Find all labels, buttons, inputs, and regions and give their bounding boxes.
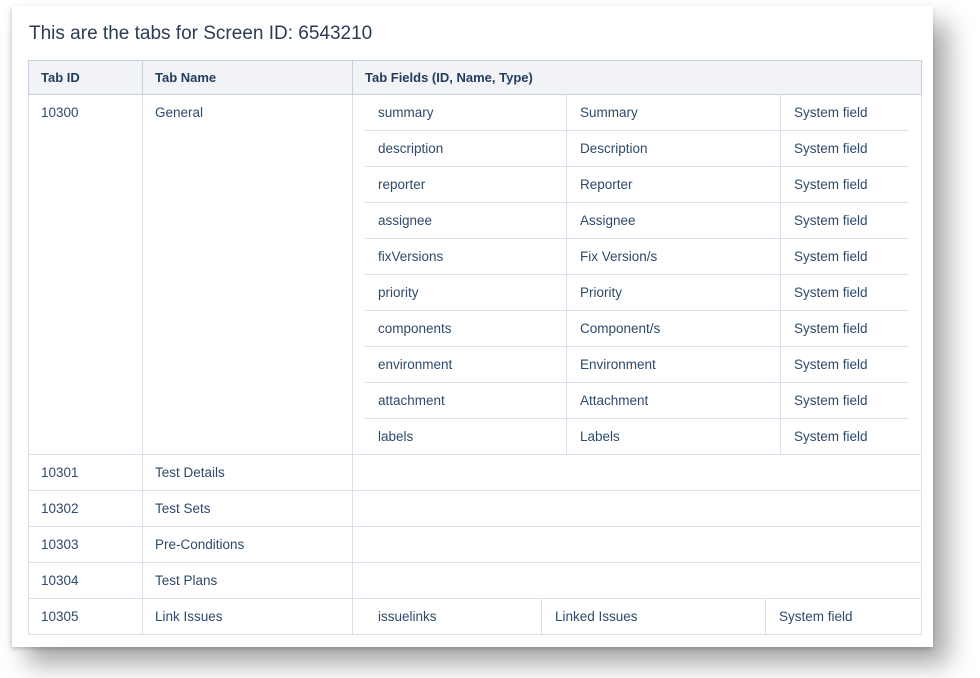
field-row: assigneeAssigneeSystem field <box>365 203 909 239</box>
field-name-cell: Summary <box>567 95 781 131</box>
field-name-cell: Environment <box>567 347 781 383</box>
field-id-cell: reporter <box>365 167 567 203</box>
tab-fields-cell <box>353 455 922 491</box>
page-title: This are the tabs for Screen ID: 6543210 <box>29 22 916 46</box>
field-name-cell: Attachment <box>567 383 781 419</box>
table-row: 10304Test Plans <box>29 563 922 599</box>
table-row: 10301Test Details <box>29 455 922 491</box>
header-tab-name: Tab Name <box>143 61 353 95</box>
table-header: Tab ID Tab Name Tab Fields (ID, Name, Ty… <box>29 61 922 95</box>
table-row: 10303Pre-Conditions <box>29 527 922 563</box>
field-id-cell: attachment <box>365 383 567 419</box>
tab-id-cell: 10305 <box>29 599 143 635</box>
tab-id-cell: 10304 <box>29 563 143 599</box>
field-id-cell: labels <box>365 419 567 455</box>
table-body: 10300GeneralsummarySummarySystem fieldde… <box>29 95 922 635</box>
tab-fields-cell: issuelinksLinked IssuesSystem field <box>353 599 922 635</box>
field-type-cell: System field <box>781 383 910 419</box>
field-name-cell: Labels <box>567 419 781 455</box>
tab-id-cell: 10303 <box>29 527 143 563</box>
header-tab-id: Tab ID <box>29 61 143 95</box>
tab-name-cell: Link Issues <box>143 599 353 635</box>
field-type-cell: System field <box>781 95 910 131</box>
field-id-cell: description <box>365 131 567 167</box>
header-row: Tab ID Tab Name Tab Fields (ID, Name, Ty… <box>29 61 922 95</box>
field-name-cell: Linked Issues <box>542 599 766 634</box>
field-name-cell: Priority <box>567 275 781 311</box>
field-row: fixVersionsFix Version/sSystem field <box>365 239 909 275</box>
field-type-cell: System field <box>781 419 910 455</box>
field-type-cell: System field <box>781 239 910 275</box>
tab-id-cell: 10300 <box>29 95 143 455</box>
field-type-cell: System field <box>781 311 910 347</box>
field-type-cell: System field <box>781 347 910 383</box>
tab-name-cell: Test Details <box>143 455 353 491</box>
tab-fields-table: summarySummarySystem fielddescriptionDes… <box>365 95 909 454</box>
tab-id-cell: 10301 <box>29 455 143 491</box>
field-row: attachmentAttachmentSystem field <box>365 383 909 419</box>
field-id-cell: components <box>365 311 567 347</box>
tab-name-cell: Test Sets <box>143 491 353 527</box>
field-id-cell: environment <box>365 347 567 383</box>
field-row: labelsLabelsSystem field <box>365 419 909 455</box>
field-id-cell: summary <box>365 95 567 131</box>
field-row: componentsComponent/sSystem field <box>365 311 909 347</box>
field-row: priorityPrioritySystem field <box>365 275 909 311</box>
table-row: 10305Link Issues issuelinksLinked IssuesS… <box>29 599 922 635</box>
field-name-cell: Component/s <box>567 311 781 347</box>
tab-name-cell: Test Plans <box>143 563 353 599</box>
field-id-cell: issuelinks <box>365 599 542 634</box>
tab-fields-table: issuelinksLinked IssuesSystem field <box>365 599 909 634</box>
tab-fields-cell <box>353 491 922 527</box>
field-row: issuelinksLinked IssuesSystem field <box>365 599 909 634</box>
field-type-cell: System field <box>781 203 910 239</box>
tabs-table: Tab ID Tab Name Tab Fields (ID, Name, Ty… <box>28 60 922 635</box>
field-row: descriptionDescriptionSystem field <box>365 131 909 167</box>
field-type-cell: System field <box>781 275 910 311</box>
field-row: summarySummarySystem field <box>365 95 909 131</box>
field-type-cell: System field <box>781 167 910 203</box>
field-type-cell: System field <box>781 131 910 167</box>
field-id-cell: priority <box>365 275 567 311</box>
tab-fields-cell <box>353 527 922 563</box>
field-id-cell: fixVersions <box>365 239 567 275</box>
field-name-cell: Description <box>567 131 781 167</box>
tab-fields-cell: summarySummarySystem fielddescriptionDes… <box>353 95 922 455</box>
tab-id-cell: 10302 <box>29 491 143 527</box>
field-id-cell: assignee <box>365 203 567 239</box>
field-name-cell: Assignee <box>567 203 781 239</box>
table-row: 10302Test Sets <box>29 491 922 527</box>
field-name-cell: Reporter <box>567 167 781 203</box>
field-row: reporterReporterSystem field <box>365 167 909 203</box>
content-card: This are the tabs for Screen ID: 6543210… <box>12 6 933 647</box>
tab-name-cell: Pre-Conditions <box>143 527 353 563</box>
table-row: 10300GeneralsummarySummarySystem fieldde… <box>29 95 922 455</box>
field-name-cell: Fix Version/s <box>567 239 781 275</box>
tab-name-cell: General <box>143 95 353 455</box>
field-row: environmentEnvironmentSystem field <box>365 347 909 383</box>
header-tab-fields: Tab Fields (ID, Name, Type) <box>353 61 922 95</box>
field-type-cell: System field <box>766 599 910 634</box>
tab-fields-cell <box>353 563 922 599</box>
